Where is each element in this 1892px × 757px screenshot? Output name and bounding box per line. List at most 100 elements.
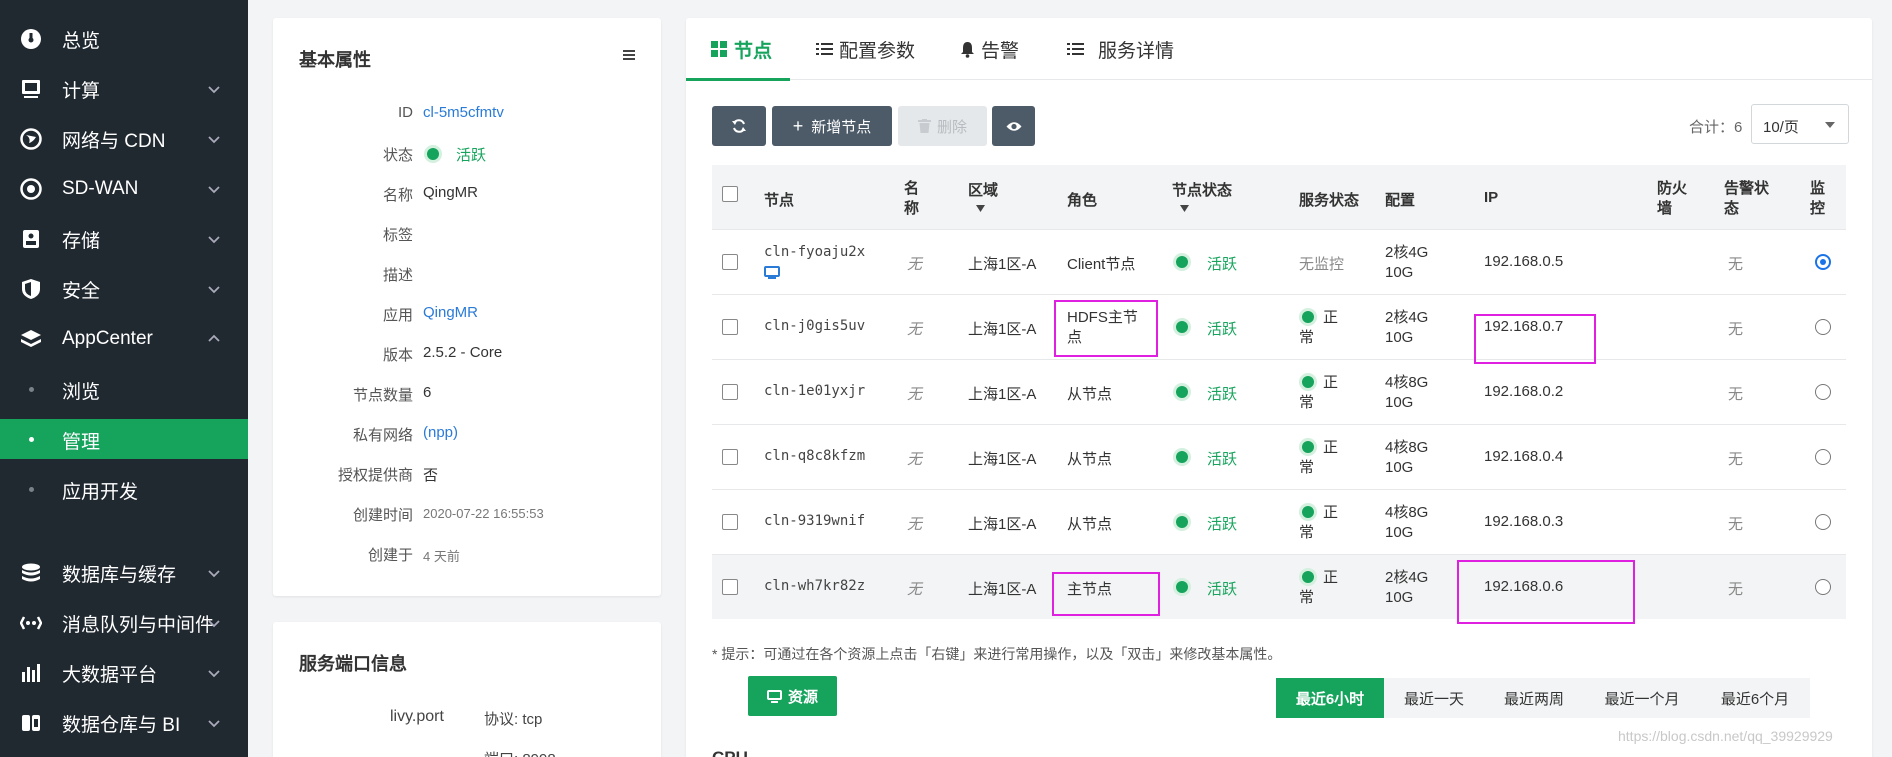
status-dot-icon: [1176, 516, 1188, 528]
monitor-radio[interactable]: [1815, 384, 1831, 400]
sidebar-item-appcenter[interactable]: AppCenter: [0, 314, 248, 364]
time-range-6h[interactable]: 最近6小时: [1276, 678, 1384, 718]
panel-title: 基本属性: [299, 50, 371, 70]
time-range-6m[interactable]: 最近6个月: [1700, 678, 1810, 718]
row-checkbox[interactable]: [722, 579, 738, 595]
sidebar-item-database[interactable]: 数据库与缓存: [0, 548, 248, 598]
alarm-status: 无: [1728, 256, 1744, 273]
row-checkbox[interactable]: [722, 449, 738, 465]
node-id[interactable]: cln-9319wnif: [764, 513, 865, 529]
tab-config[interactable]: 配置参数: [816, 36, 915, 63]
sidebar-item-label: 安全: [62, 280, 101, 302]
sidebar-item-label: 应用开发: [62, 482, 139, 503]
row-checkbox[interactable]: [722, 514, 738, 530]
cpu-section-title: CPU: [712, 748, 748, 757]
sidebar-item-data-warehouse[interactable]: 数据仓库与 BI: [0, 698, 248, 748]
sort-down-icon[interactable]: [976, 205, 985, 212]
node-id[interactable]: cln-fyoaju2x: [764, 244, 865, 260]
monitor-radio[interactable]: [1815, 514, 1831, 530]
monitor-radio[interactable]: [1815, 254, 1831, 270]
sort-down-icon[interactable]: [1180, 205, 1189, 212]
sidebar-subitem-manage[interactable]: 管理: [0, 419, 248, 459]
time-range-1d[interactable]: 最近一天: [1384, 678, 1484, 718]
delete-button[interactable]: 删除: [898, 106, 987, 146]
prop-key-created-ago: 创建于: [367, 547, 413, 564]
node-id[interactable]: cln-j0gis5uv: [764, 318, 865, 334]
console-icon[interactable]: [764, 266, 780, 279]
node-id[interactable]: cln-wh7kr82z: [764, 578, 865, 594]
node-ip: 192.168.0.2: [1484, 383, 1564, 400]
node-id[interactable]: cln-q8c8kfzm: [764, 448, 865, 464]
alarm-status: 无: [1728, 321, 1744, 338]
prop-value-id[interactable]: cl-5m5cfmtv: [423, 104, 504, 121]
menu-icon[interactable]: [622, 48, 636, 62]
prop-value-vpc[interactable]: (npp): [423, 424, 458, 441]
sidebar-subitem-app-dev[interactable]: 应用开发: [0, 469, 248, 509]
chevron-down-icon: [208, 720, 220, 728]
tab-alarm[interactable]: 告警: [960, 36, 1019, 63]
table-row[interactable]: cln-q8c8kfzm 无 上海1区-A 从节点 活跃 正常 4核8G 10G…: [712, 424, 1846, 489]
sidebar-item-label: 消息队列与中间件: [62, 614, 215, 636]
chevron-down-icon: [208, 136, 220, 144]
row-checkbox[interactable]: [722, 319, 738, 335]
list-icon: [1067, 43, 1084, 55]
highlight-box: [1474, 314, 1596, 364]
monitor-radio[interactable]: [1815, 449, 1831, 465]
time-range-1m[interactable]: 最近一个月: [1584, 678, 1700, 718]
refresh-button[interactable]: [712, 106, 766, 146]
table-row[interactable]: cln-j0gis5uv 无 上海1区-A HDFS主节点 活跃 正常 2核4G…: [712, 294, 1846, 359]
sidebar-item-overview[interactable]: 总览: [0, 14, 248, 64]
sidebar-item-network[interactable]: 网络与 CDN: [0, 114, 248, 164]
monitor-radio[interactable]: [1815, 579, 1831, 595]
eye-icon: [1006, 121, 1021, 131]
row-checkbox[interactable]: [722, 254, 738, 270]
sidebar-item-storage[interactable]: 存储: [0, 214, 248, 264]
status-dot-icon: [1176, 451, 1188, 463]
highlight-box: [1052, 572, 1160, 616]
tab-label: 服务详情: [1098, 41, 1175, 62]
node-name: 无: [907, 321, 923, 338]
plus-icon: +: [792, 116, 804, 136]
globe-icon: [20, 128, 42, 150]
prop-value-app[interactable]: QingMR: [423, 304, 478, 321]
node-id[interactable]: cln-1e01yxjr: [764, 383, 865, 399]
service-status: 正常: [1299, 374, 1339, 411]
service-status: 无监控: [1299, 256, 1345, 273]
node-status: 活跃: [1207, 321, 1238, 338]
sidebar-item-sdwan[interactable]: SD-WAN: [0, 164, 248, 214]
sidebar-subitem-browse[interactable]: 浏览: [0, 369, 248, 409]
monitor-radio[interactable]: [1815, 319, 1831, 335]
prop-value-license: 否: [423, 467, 439, 484]
page-size-select[interactable]: 10/页: [1751, 104, 1849, 144]
port-number: 端口: 8998: [484, 748, 556, 757]
row-checkbox[interactable]: [722, 384, 738, 400]
tab-service-details[interactable]: 服务详情: [1067, 36, 1174, 63]
sidebar-item-message-queue[interactable]: 消息队列与中间件: [0, 598, 248, 648]
sidebar-item-security[interactable]: 安全: [0, 264, 248, 314]
node-zone: 上海1区-A: [968, 386, 1037, 403]
caret-down-icon: [1825, 122, 1835, 128]
add-node-button[interactable]: + 新增节点: [772, 106, 892, 146]
table-row[interactable]: cln-1e01yxjr 无 上海1区-A 从节点 活跃 正常 4核8G 10G…: [712, 359, 1846, 424]
status-dot-icon: [1176, 386, 1188, 398]
table-row[interactable]: cln-wh7kr82z 无 上海1区-A 主节点 活跃 正常 2核4G 10G…: [712, 554, 1846, 619]
tab-nodes[interactable]: 节点: [711, 36, 772, 63]
view-button[interactable]: [992, 106, 1035, 146]
prop-key-app: 应用: [382, 307, 413, 324]
prop-value-created-time: 2020-07-22 16:55:53: [423, 506, 544, 521]
table-row[interactable]: cln-fyoaju2x 无 上海1区-A Client节点 活跃 无监控 2核…: [712, 229, 1846, 294]
resource-button[interactable]: 资源: [748, 676, 837, 716]
sidebar-item-big-data[interactable]: 大数据平台: [0, 648, 248, 698]
sidebar-item-compute[interactable]: 计算: [0, 64, 248, 114]
prop-key-version: 版本: [382, 347, 413, 364]
node-name: 无: [907, 516, 923, 533]
node-ip: 192.168.0.5: [1484, 253, 1564, 270]
node-role: 从节点: [1067, 386, 1113, 403]
select-all-checkbox[interactable]: [722, 186, 738, 202]
chevron-up-icon: [208, 334, 220, 342]
table-row[interactable]: cln-9319wnif 无 上海1区-A 从节点 活跃 正常 4核8G 10G…: [712, 489, 1846, 554]
chevron-down-icon: [208, 286, 220, 294]
node-config: 2核4G 10G: [1385, 309, 1429, 346]
chevron-down-icon: [208, 570, 220, 578]
time-range-2w[interactable]: 最近两周: [1484, 678, 1584, 718]
